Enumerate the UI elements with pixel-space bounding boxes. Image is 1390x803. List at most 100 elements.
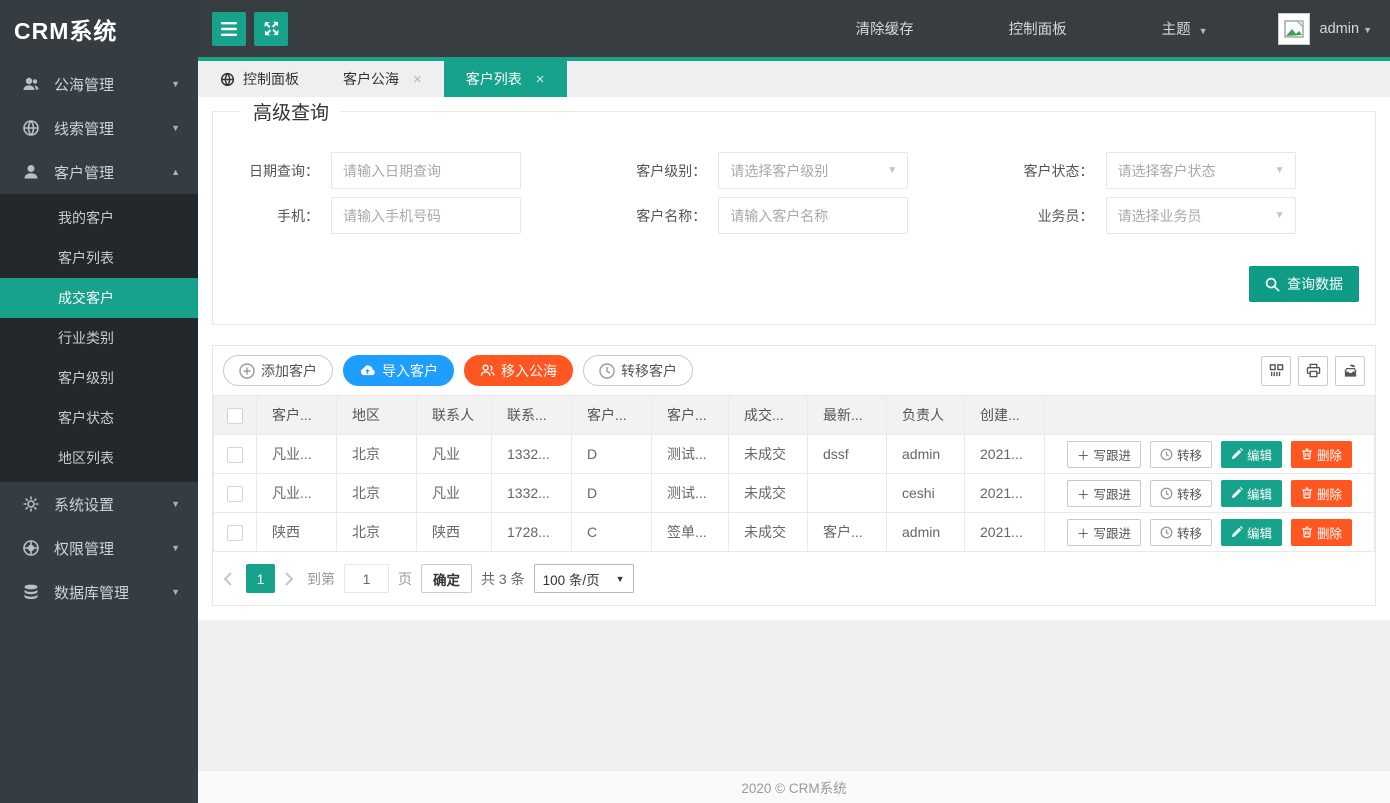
delete-button[interactable]: 删除 xyxy=(1291,441,1352,468)
sidebar-item-label: 公海管理 xyxy=(54,74,171,95)
phone-input[interactable] xyxy=(331,197,521,234)
topbar-right: 清除缓存 控制面板 主题 ▼ admin ▼ xyxy=(761,13,1372,45)
edit-label: 编辑 xyxy=(1247,445,1272,464)
trash-icon xyxy=(1301,487,1313,499)
edit-button[interactable]: 编辑 xyxy=(1221,441,1282,468)
close-icon[interactable]: × xyxy=(536,71,545,88)
select-all-checkbox[interactable] xyxy=(227,408,243,424)
page-number-current[interactable]: 1 xyxy=(246,564,275,593)
sidebar-subitem-customer-level[interactable]: 客户级别 xyxy=(0,358,198,398)
chevron-down-icon: ▼ xyxy=(1275,165,1285,176)
follow-up-button[interactable]: ＋写跟进 xyxy=(1067,441,1141,468)
chevron-up-icon: ▲ xyxy=(171,167,180,177)
cell-latest: dssf xyxy=(808,435,887,474)
page-size-select[interactable]: 100 条/页 ▼ xyxy=(534,564,634,593)
edit-button[interactable]: 编辑 xyxy=(1221,480,1282,507)
export-button[interactable] xyxy=(1335,356,1365,386)
sidebar-subitem-deal-customers[interactable]: 成交客户 xyxy=(0,278,198,318)
wheel-icon xyxy=(22,539,40,557)
row-checkbox[interactable] xyxy=(227,525,243,541)
transfer-customer-button[interactable]: 转移客户 xyxy=(583,355,693,386)
col-header-customer-status: 客户... xyxy=(652,396,729,435)
follow-up-button[interactable]: ＋写跟进 xyxy=(1067,519,1141,546)
row-checkbox[interactable] xyxy=(227,486,243,502)
delete-button[interactable]: 删除 xyxy=(1291,519,1352,546)
goto-page-input[interactable] xyxy=(344,564,389,593)
clock-icon xyxy=(1160,487,1173,500)
customer-name-input[interactable] xyxy=(718,197,908,234)
query-data-button[interactable]: 查询数据 xyxy=(1249,266,1359,302)
salesman-select[interactable]: 请选择业务员 ▼ xyxy=(1106,197,1296,234)
print-button[interactable] xyxy=(1298,356,1328,386)
add-customer-button[interactable]: 添加客户 xyxy=(223,355,333,386)
clear-cache-link[interactable]: 清除缓存 xyxy=(856,18,914,39)
follow-up-label: 写跟进 xyxy=(1093,484,1131,503)
sidebar-item-leads[interactable]: 线索管理 ▼ xyxy=(0,106,198,150)
toggle-columns-button[interactable] xyxy=(1261,356,1291,386)
customer-status-label: 客户状态： xyxy=(988,161,1106,181)
table-tool-icons xyxy=(1261,356,1365,386)
clock-icon xyxy=(1160,526,1173,539)
sidebar-item-public-sea[interactable]: 公海管理 ▼ xyxy=(0,62,198,106)
app-logo: CRM系统 xyxy=(0,0,198,62)
collapse-sidebar-button[interactable] xyxy=(212,12,246,46)
users-icon xyxy=(22,75,40,93)
cell-deal: 未成交 xyxy=(729,435,808,474)
control-panel-link[interactable]: 控制面板 xyxy=(1009,18,1067,39)
sidebar-subitem-my-customers[interactable]: 我的客户 xyxy=(0,198,198,238)
delete-label: 删除 xyxy=(1317,445,1342,464)
row-checkbox[interactable] xyxy=(227,447,243,463)
goto-confirm-button[interactable]: 确定 xyxy=(421,564,472,593)
plus-circle-icon xyxy=(239,363,255,379)
sidebar-subitem-customer-list[interactable]: 客户列表 xyxy=(0,238,198,278)
tab-customer-list[interactable]: 客户列表 × xyxy=(444,61,567,97)
avatar[interactable] xyxy=(1278,13,1310,45)
col-header-owner: 负责人 xyxy=(887,396,965,435)
date-query-input[interactable] xyxy=(331,152,521,189)
cell-owner: admin xyxy=(887,435,965,474)
sidebar-subitem-region-list[interactable]: 地区列表 xyxy=(0,438,198,478)
tab-control-panel[interactable]: 控制面板 xyxy=(198,61,321,97)
move-to-sea-button[interactable]: 移入公海 xyxy=(464,355,573,386)
edit-label: 编辑 xyxy=(1247,523,1272,542)
goto-suffix-label: 页 xyxy=(398,569,412,589)
col-header-latest: 最新... xyxy=(808,396,887,435)
sidebar-subitem-industry-category[interactable]: 行业类别 xyxy=(0,318,198,358)
fullscreen-button[interactable] xyxy=(254,12,288,46)
customer-status-select[interactable]: 请选择客户状态 ▼ xyxy=(1106,152,1296,189)
table-row: 凡业... 北京 凡业 1332... D 测试... 未成交 ceshi 20… xyxy=(214,474,1375,513)
cell-customer: 凡业... xyxy=(257,474,337,513)
transfer-button[interactable]: 转移 xyxy=(1150,519,1212,546)
hamburger-icon xyxy=(221,22,237,36)
sidebar-item-system-settings[interactable]: 系统设置 ▼ xyxy=(0,482,198,526)
database-icon xyxy=(22,583,40,601)
prev-page-icon[interactable] xyxy=(223,572,237,586)
customer-name-label: 客户名称： xyxy=(600,206,718,226)
cell-latest xyxy=(808,474,887,513)
cell-phone: 1728... xyxy=(492,513,572,552)
follow-up-button[interactable]: ＋写跟进 xyxy=(1067,480,1141,507)
edit-button[interactable]: 编辑 xyxy=(1221,519,1282,546)
user-menu[interactable]: admin ▼ xyxy=(1320,21,1372,37)
col-header-actions xyxy=(1045,396,1375,435)
delete-button[interactable]: 删除 xyxy=(1291,480,1352,507)
cell-phone: 1332... xyxy=(492,474,572,513)
cell-region: 北京 xyxy=(337,513,417,552)
transfer-button[interactable]: 转移 xyxy=(1150,441,1212,468)
next-page-icon[interactable] xyxy=(284,572,298,586)
gear-icon xyxy=(22,495,40,513)
search-icon xyxy=(1265,277,1280,292)
chevron-down-icon: ▼ xyxy=(887,165,897,176)
sidebar-subitem-customer-status[interactable]: 客户状态 xyxy=(0,398,198,438)
select-placeholder: 请选择业务员 xyxy=(1118,206,1202,226)
close-icon[interactable]: × xyxy=(413,71,422,88)
sidebar-item-database[interactable]: 数据库管理 ▼ xyxy=(0,570,198,614)
customer-level-select[interactable]: 请选择客户级别 ▼ xyxy=(718,152,908,189)
import-customer-button[interactable]: 导入客户 xyxy=(343,355,454,386)
sidebar-item-permissions[interactable]: 权限管理 ▼ xyxy=(0,526,198,570)
theme-menu[interactable]: 主题 ▼ xyxy=(1162,18,1208,39)
sidebar-item-customers[interactable]: 客户管理 ▲ xyxy=(0,150,198,194)
transfer-button[interactable]: 转移 xyxy=(1150,480,1212,507)
tab-label: 客户公海 xyxy=(343,69,399,89)
tab-customer-sea[interactable]: 客户公海 × xyxy=(321,61,444,97)
